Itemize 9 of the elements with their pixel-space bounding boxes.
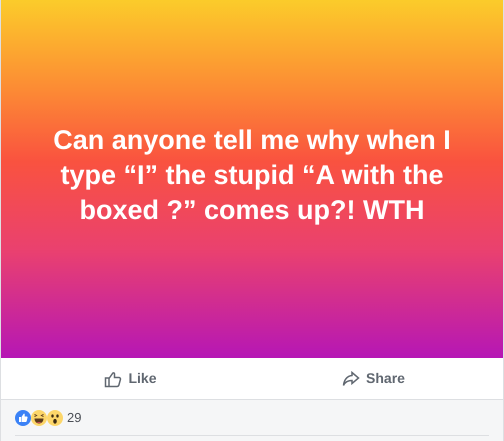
reaction-count[interactable]: 29 [67, 408, 82, 428]
like-button[interactable]: Like [9, 362, 252, 394]
thumbs-up-icon [104, 370, 122, 388]
surprised-face-icon [47, 410, 63, 426]
post-text: Can anyone tell me why when I type “I” the stupid “A with the boxed ?” comes up?! WTH [52, 124, 452, 227]
like-reaction-icon [15, 410, 31, 426]
share-arrow-icon [342, 370, 360, 386]
laughing-face-icon [31, 410, 47, 426]
share-button[interactable]: Share [252, 362, 495, 394]
